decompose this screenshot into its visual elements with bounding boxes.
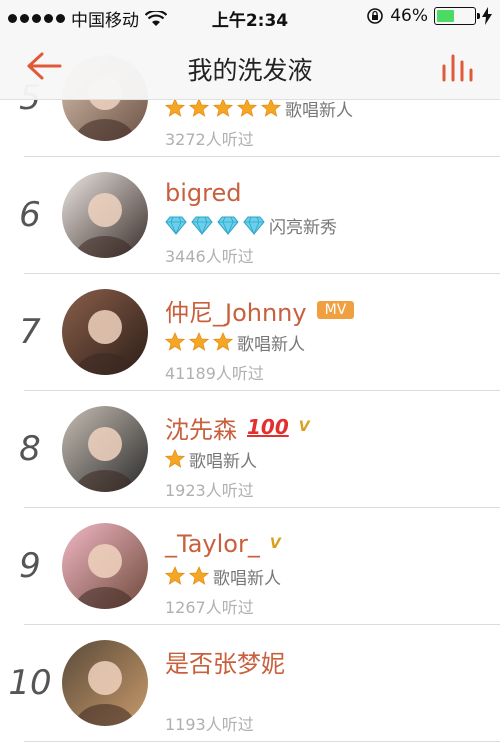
list-item[interactable]: 6 bigred 闪亮新秀 3446人听过	[0, 157, 500, 274]
rank-number: 7	[19, 312, 41, 352]
user-name[interactable]: 沈先森	[165, 410, 237, 445]
rank-number: 10	[8, 663, 52, 703]
user-name-row: 是否张梦妮	[165, 644, 285, 679]
user-info: 是否张梦妮 1193人听过	[165, 645, 285, 735]
avatar[interactable]	[62, 406, 148, 492]
user-name[interactable]: 仲尼_Johnny	[165, 293, 307, 328]
star-icon	[213, 332, 233, 351]
user-name[interactable]: bigred	[165, 179, 241, 207]
avatar[interactable]	[62, 172, 148, 258]
list-item[interactable]: 10 是否张梦妮 1193人听过	[0, 625, 500, 742]
battery-percent: 46%	[390, 6, 428, 26]
list-item[interactable]: 9 _Taylor_ V 歌唱新人 1267人听过	[0, 508, 500, 625]
user-name[interactable]: 是否张梦妮	[165, 644, 285, 679]
listen-count: 1267人听过	[165, 598, 254, 617]
star-icon	[237, 98, 257, 117]
vip-badge: V	[269, 536, 281, 552]
avatar[interactable]	[62, 289, 148, 375]
listen-count: 3272人听过	[165, 130, 254, 149]
user-name[interactable]: _Taylor_	[165, 530, 260, 558]
user-name-row: bigred	[165, 177, 337, 209]
level-label: 歌唱新人	[213, 568, 281, 589]
star-icon	[213, 98, 233, 117]
divider	[24, 741, 500, 742]
level-label: 歌唱新人	[189, 451, 257, 472]
level-row: 歌唱新人	[165, 564, 281, 589]
star-icon	[165, 332, 185, 351]
listen-count: 1923人听过	[165, 481, 254, 500]
level-row: 闪亮新秀	[165, 213, 337, 238]
user-name-row: 仲尼_Johnny MV	[165, 293, 355, 328]
vip-badge: V	[298, 419, 310, 435]
page-title: 我的洗发液	[187, 56, 313, 85]
mv-badge: MV	[316, 301, 355, 319]
user-info: 仲尼_Johnny MV 歌唱新人 41189人听过	[165, 293, 355, 384]
user-info: 沈先森 100 V 歌唱新人 1923人听过	[165, 411, 310, 501]
avatar[interactable]	[62, 523, 148, 609]
star-icon	[165, 449, 185, 468]
level-label: 歌唱新人	[237, 334, 305, 355]
listen-count: 3446人听过	[165, 247, 254, 266]
star-icon	[261, 98, 281, 117]
ranking-list: 5歌唱新人3272人听过6bigred闪亮新秀3446人听过7仲尼_Johnny…	[0, 40, 500, 742]
star-icon	[189, 98, 209, 117]
rank-number: 6	[19, 195, 41, 235]
user-info: _Taylor_ V 歌唱新人 1267人听过	[165, 528, 281, 618]
level-label: 闪亮新秀	[269, 217, 337, 238]
battery-fill	[437, 10, 454, 22]
nav-bar: 我的洗发液	[0, 34, 500, 100]
star-icon	[189, 332, 209, 351]
diamond-icon	[243, 216, 265, 235]
level-row: 歌唱新人	[165, 447, 310, 472]
rotation-lock-icon	[367, 8, 384, 24]
star-icon	[165, 98, 185, 117]
user-name-row: 沈先森 100 V	[165, 410, 310, 445]
battery-icon	[434, 7, 480, 25]
listen-count: 1193人听过	[165, 715, 254, 734]
rank-number: 9	[19, 546, 41, 586]
status-right: 46%	[366, 6, 492, 26]
list-item[interactable]: 7 仲尼_Johnny MV 歌唱新人 41189人听过	[0, 274, 500, 391]
diamond-icon	[165, 216, 187, 235]
status-bar: 中国移动 上午2:34 46%	[0, 0, 500, 34]
user-name-row: _Taylor_ V	[165, 528, 281, 560]
diamond-icon	[191, 216, 213, 235]
star-icon	[189, 566, 209, 585]
star-icon	[165, 566, 185, 585]
avatar[interactable]	[62, 640, 148, 726]
list-item[interactable]: 8 沈先森 100 V 歌唱新人 1923人听过	[0, 391, 500, 508]
charging-icon	[482, 7, 492, 25]
hundred-badge: 100	[247, 415, 289, 439]
user-info: bigred 闪亮新秀 3446人听过	[165, 177, 337, 267]
listen-count: 41189人听过	[165, 364, 264, 383]
level-row: 歌唱新人	[165, 330, 354, 355]
bars-icon[interactable]	[440, 50, 474, 84]
diamond-icon	[217, 216, 239, 235]
rank-number: 8	[19, 429, 41, 469]
